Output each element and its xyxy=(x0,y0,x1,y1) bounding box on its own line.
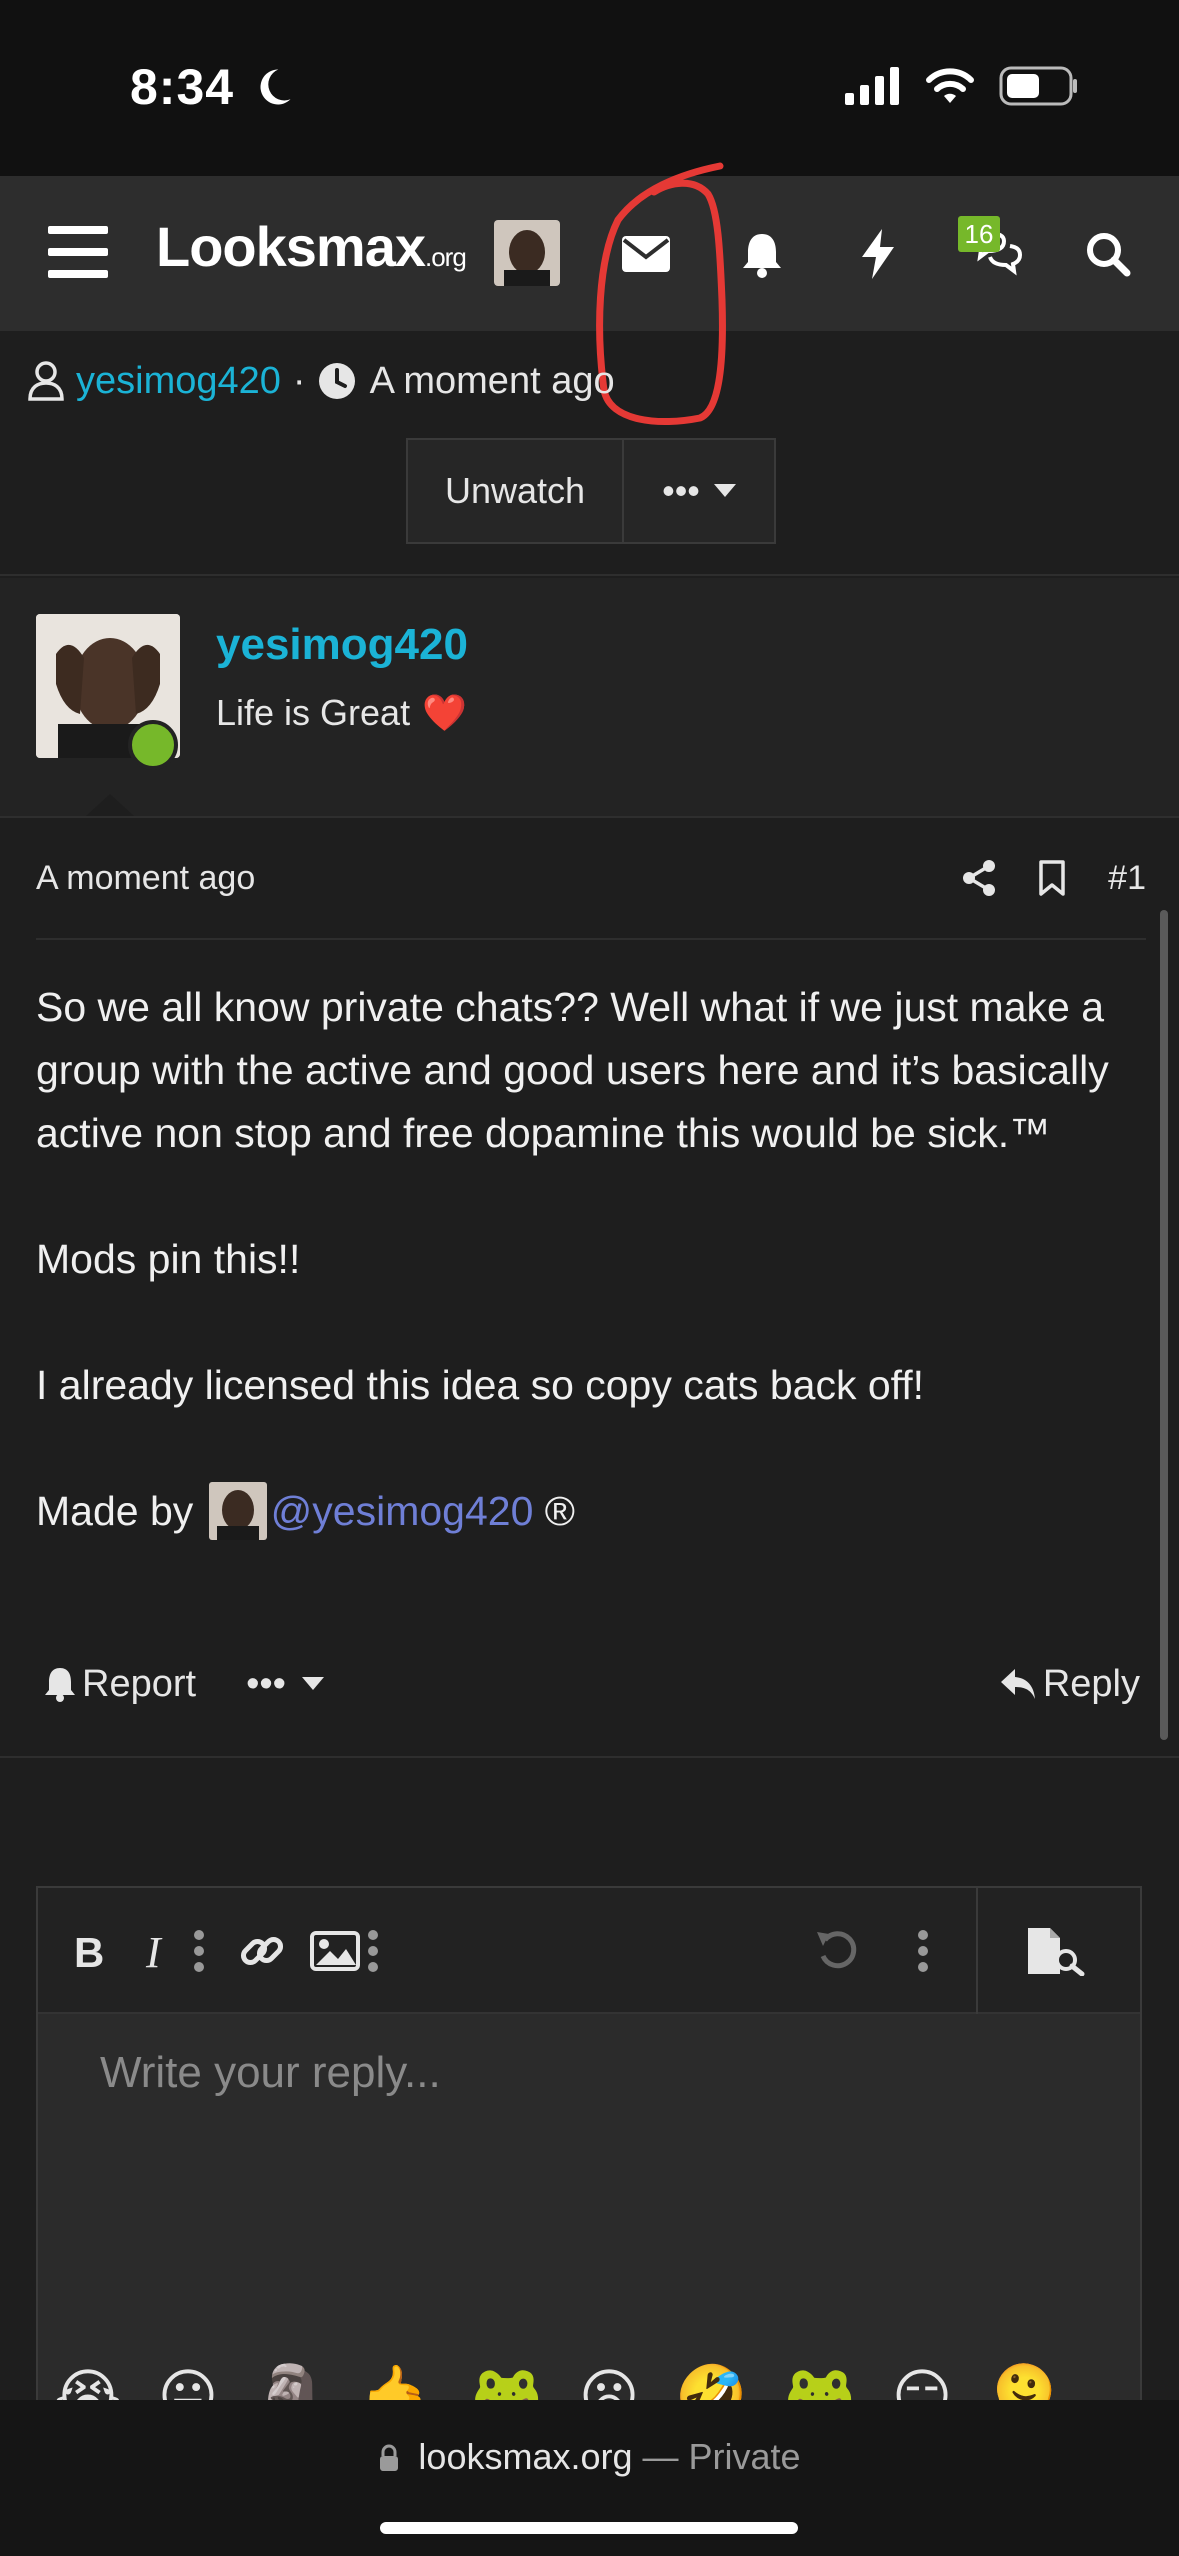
divider xyxy=(36,938,1146,940)
reply-editor: B I Write your reply... 😭 😛 🗿 🤙 🐸 😦 🤣 🐸 … xyxy=(36,1886,1142,2406)
svg-text:B: B xyxy=(74,1931,104,1971)
post-header: A moment ago #1 xyxy=(36,850,1146,906)
preview-icon[interactable] xyxy=(1024,1926,1088,1976)
post-paragraph: I already licensed this idea so copy cat… xyxy=(36,1362,925,1408)
post-paragraph: So we all know private chats?? Well what… xyxy=(36,984,1109,1156)
divider xyxy=(0,816,1179,818)
bell-icon xyxy=(45,1668,75,1702)
author-title-text: Life is Great xyxy=(216,692,411,733)
conversations-badge: 16 xyxy=(958,216,1000,252)
reply-label: Reply xyxy=(1042,1662,1140,1705)
post-content: So we all know private chats?? Well what… xyxy=(36,976,1146,1609)
menu-icon[interactable] xyxy=(48,226,108,278)
bold-icon[interactable]: B xyxy=(66,1926,116,1976)
divider xyxy=(0,574,1179,576)
registered-mark: ® xyxy=(544,1488,575,1534)
search-icon[interactable] xyxy=(1080,226,1136,282)
more-vertical-icon[interactable] xyxy=(174,1926,224,1976)
post-footer: Report ••• Reply xyxy=(44,1654,1140,1714)
caret-down-icon xyxy=(713,484,736,497)
made-by-line: Made by @yesimog420 ® xyxy=(36,1480,1146,1546)
emoji-row: 😭 😛 🗿 🤙 🐸 😦 🤣 🐸 😏 🫠 xyxy=(54,2356,1140,2404)
svg-text:I: I xyxy=(145,1931,163,1971)
thread-actions: Unwatch ••• xyxy=(406,438,776,544)
reply-button[interactable]: Reply xyxy=(999,1663,1140,1706)
thread-author-link[interactable]: yesimog420 xyxy=(76,360,281,403)
private-label: — Private xyxy=(642,2436,801,2477)
post-author-block: yesimog420 Life is Great ❤️ xyxy=(0,578,1179,816)
unwatch-button[interactable]: Unwatch xyxy=(408,440,624,542)
undo-icon[interactable] xyxy=(810,1926,866,1976)
online-status-dot xyxy=(128,720,178,770)
status-bar: 8:34 xyxy=(0,0,1179,176)
site-logo[interactable]: Looksmax.org xyxy=(156,214,467,279)
address-bar[interactable]: looksmax.org — Private xyxy=(0,2436,1179,2478)
user-mention-link[interactable]: @yesimog420 xyxy=(271,1488,534,1534)
more-dots: ••• xyxy=(662,470,700,511)
thread-meta: yesimog420 · A moment ago xyxy=(28,356,615,406)
status-indicators xyxy=(845,66,1079,106)
caret-down-icon xyxy=(301,1677,324,1690)
toolbar-separator xyxy=(976,1888,978,2014)
meta-separator: · xyxy=(292,359,306,402)
status-time: 8:34 xyxy=(130,59,235,115)
thread-more-button[interactable]: ••• xyxy=(624,440,774,542)
post-time[interactable]: A moment ago xyxy=(36,859,255,898)
cellular-signal-icon xyxy=(845,67,899,105)
more-vertical-icon[interactable] xyxy=(898,1926,948,1976)
share-icon[interactable] xyxy=(962,859,996,897)
post-author-name[interactable]: yesimog420 xyxy=(216,620,468,670)
message-arrow xyxy=(86,794,134,816)
focus-moon-icon xyxy=(260,69,291,105)
wifi-icon xyxy=(926,68,974,103)
made-by-prefix: Made by xyxy=(36,1488,194,1534)
thread-time[interactable]: A moment ago xyxy=(370,360,615,403)
editor-toolbar: B I xyxy=(38,1888,1140,2014)
home-indicator[interactable] xyxy=(380,2522,798,2534)
logo-suffix: .org xyxy=(425,242,467,272)
heart-emoji: ❤️ xyxy=(422,692,467,733)
post-number[interactable]: #1 xyxy=(1108,859,1146,898)
bookmark-icon[interactable] xyxy=(1038,860,1066,896)
more-vertical-icon[interactable] xyxy=(348,1926,398,1976)
user-avatar[interactable] xyxy=(494,220,560,286)
report-button[interactable]: Report xyxy=(44,1663,196,1706)
author-title: Life is Great ❤️ xyxy=(216,692,467,734)
report-label: Report xyxy=(82,1662,197,1705)
mention-avatar xyxy=(208,1482,267,1541)
more-dots: ••• xyxy=(246,1662,286,1705)
envelope-icon[interactable] xyxy=(618,226,674,282)
scrollbar[interactable] xyxy=(1160,910,1168,1740)
divider xyxy=(0,1756,1179,1758)
bell-icon[interactable] xyxy=(734,226,790,282)
browser-bottom-bar: looksmax.org — Private xyxy=(0,2400,1179,2556)
site-header: Looksmax.org 16 xyxy=(0,176,1179,331)
clock-icon xyxy=(318,363,355,399)
post-more-button[interactable]: ••• xyxy=(246,1663,324,1706)
logo-text: Looksmax xyxy=(156,215,426,278)
reply-input[interactable]: Write your reply... xyxy=(100,2048,441,2098)
url-domain: looksmax.org xyxy=(418,2436,633,2477)
bolt-icon[interactable] xyxy=(850,226,906,282)
battery-icon xyxy=(999,66,1077,106)
post-paragraph: Mods pin this!! xyxy=(36,1236,301,1282)
reply-arrow-icon xyxy=(1000,1669,1035,1699)
link-icon[interactable] xyxy=(232,1926,292,1976)
user-icon xyxy=(28,361,64,401)
lock-icon xyxy=(380,2444,399,2471)
